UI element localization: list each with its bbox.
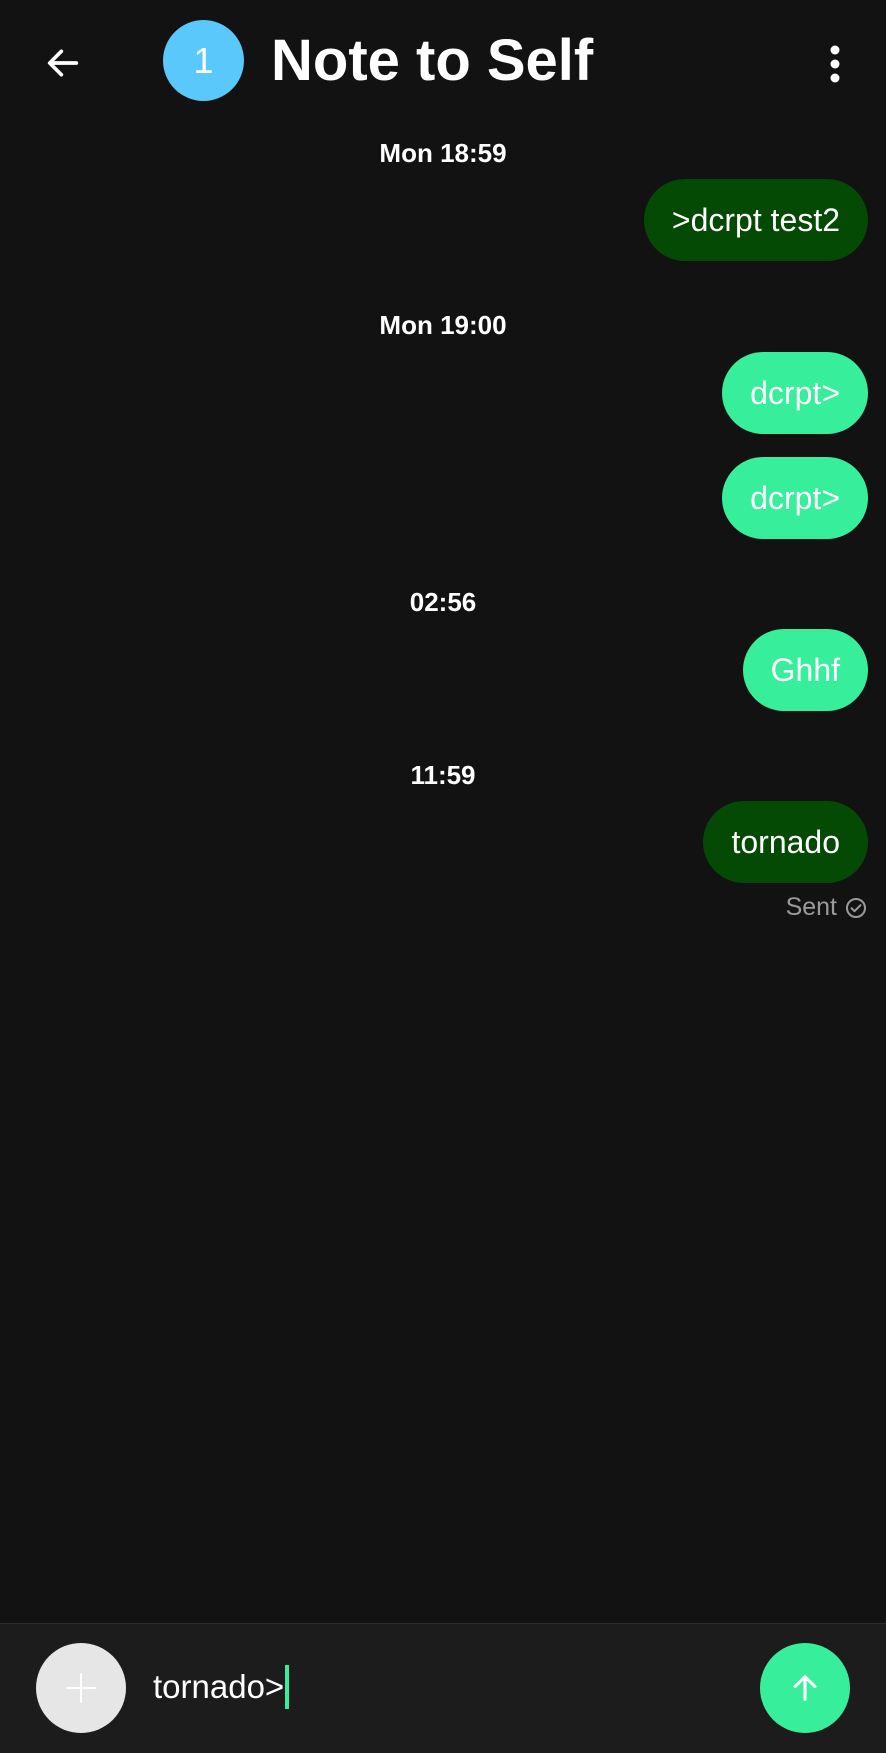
message-bubble[interactable]: tornado (703, 801, 868, 883)
delivery-status: Sent (786, 893, 867, 922)
back-button[interactable] (30, 30, 96, 96)
conversation-screen: 1 Note to Self Mon 18:59 >dcrpt test2 Mo… (0, 0, 886, 1753)
date-separator: 11:59 (410, 760, 476, 790)
conversation-header: 1 Note to Self (0, 0, 886, 125)
text-cursor (285, 1665, 290, 1709)
delivery-status-text: Sent (785, 893, 837, 921)
message-input[interactable]: tornado> (153, 1652, 290, 1722)
message-input-value: tornado> (153, 1668, 285, 1705)
message-text: dcrpt> (750, 374, 840, 411)
arrow-left-icon (47, 49, 79, 77)
date-separator: 02:56 (409, 587, 477, 617)
date-separator: Mon 19:00 (379, 310, 507, 340)
plus-icon (66, 1673, 96, 1703)
avatar[interactable]: 1 (163, 20, 244, 101)
message-bubble[interactable]: dcrpt> (722, 352, 868, 434)
message-bubble[interactable]: dcrpt> (722, 457, 868, 539)
more-vertical-icon (830, 45, 840, 83)
message-text: >dcrpt test2 (671, 201, 840, 238)
message-text: tornado (731, 823, 840, 860)
more-options-button[interactable] (815, 34, 855, 94)
check-circle-icon (846, 897, 866, 918)
conversation-title[interactable]: Note to Self (271, 28, 593, 94)
message-composer: tornado> (0, 1623, 886, 1753)
arrow-up-icon (793, 1675, 817, 1701)
avatar-text: 1 (193, 39, 214, 81)
message-text: dcrpt> (750, 479, 840, 516)
send-button[interactable] (760, 1643, 850, 1733)
attach-button[interactable] (36, 1643, 126, 1733)
message-bubble[interactable]: Ghhf (742, 629, 868, 711)
message-bubble[interactable]: >dcrpt test2 (643, 179, 868, 261)
date-separator: Mon 18:59 (379, 138, 507, 168)
message-text: Ghhf (770, 651, 840, 688)
